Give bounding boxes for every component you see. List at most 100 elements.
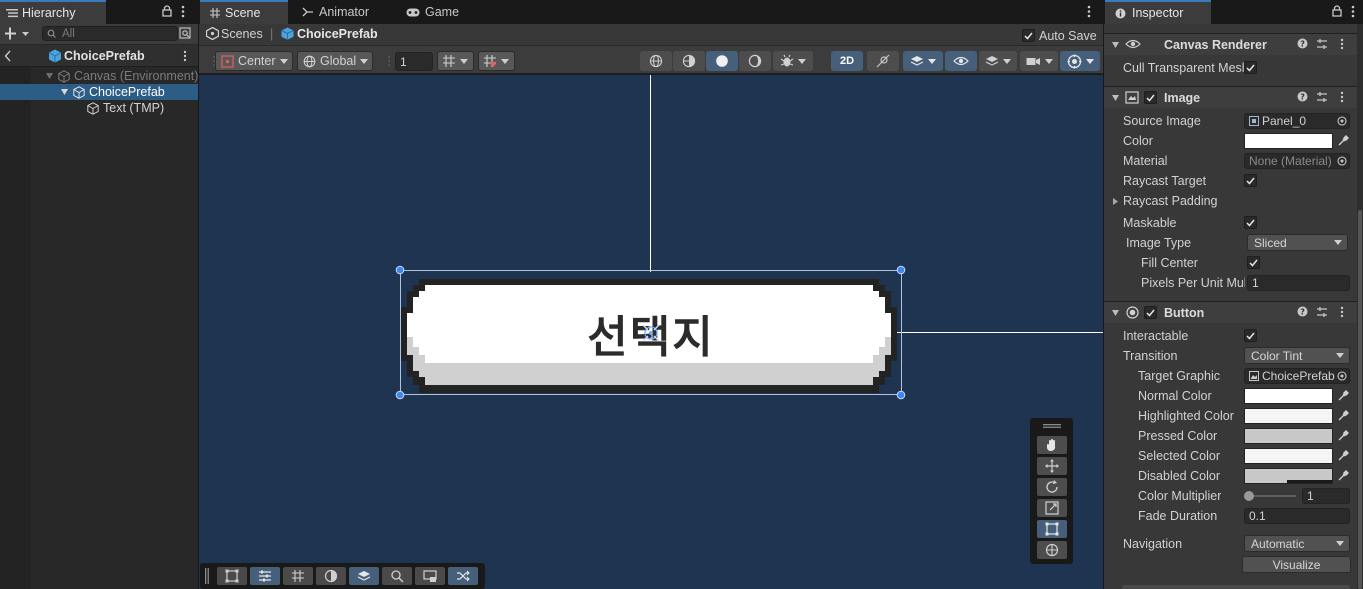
component-menu-icon[interactable] (1340, 91, 1344, 103)
grid-snap-button[interactable] (437, 51, 474, 71)
preset-icon[interactable] (1316, 306, 1328, 318)
scene-visibility-toggle[interactable] (945, 51, 977, 71)
eyedropper-icon[interactable] (1337, 410, 1349, 422)
foldout-arrow-icon[interactable] (45, 72, 54, 80)
tree-item-canvas[interactable]: Canvas (Environment) (45, 68, 198, 84)
debug-draw-mode-button[interactable] (773, 51, 813, 71)
layers-dropdown[interactable] (979, 51, 1017, 71)
scale-tool-button[interactable] (1037, 499, 1067, 517)
kebab-menu-icon[interactable] (1351, 5, 1355, 18)
rect-tool-button[interactable] (1037, 520, 1067, 538)
auto-save-checkbox[interactable] (1022, 29, 1035, 42)
inspector-scrollbar-thumb[interactable] (1358, 210, 1362, 589)
increment-snap-button[interactable] (478, 51, 515, 71)
color-multiplier-input[interactable]: 1 (1302, 488, 1350, 504)
eyedropper-icon[interactable] (1337, 135, 1349, 147)
hierarchy-search-input[interactable]: All (42, 26, 178, 41)
material-field[interactable]: None (Material) (1244, 153, 1350, 169)
bottom-settings-button[interactable] (250, 567, 280, 585)
raycast-target-checkbox[interactable] (1244, 174, 1257, 187)
target-graphic-field[interactable]: ChoicePrefab (1244, 368, 1350, 384)
color-multiplier-slider-thumb[interactable] (1244, 491, 1254, 501)
move-tool-button[interactable] (1037, 457, 1067, 475)
wireframe-mode-button[interactable] (640, 51, 672, 71)
source-image-field[interactable]: Panel_0 (1244, 113, 1350, 129)
hand-tool-button[interactable] (1037, 436, 1067, 454)
eyedropper-icon[interactable] (1337, 450, 1349, 462)
lighting-toggle[interactable] (867, 51, 899, 71)
lock-icon[interactable] (1332, 5, 1342, 17)
image-type-dropdown[interactable]: Sliced (1247, 234, 1348, 251)
tab-hierarchy[interactable]: Hierarchy (0, 0, 106, 24)
scene-effects-dropdown[interactable] (903, 51, 943, 71)
back-arrow-icon[interactable] (4, 50, 12, 62)
camera-settings-dropdown[interactable] (1020, 51, 1058, 71)
transition-dropdown[interactable]: Color Tint (1244, 347, 1350, 364)
2d-mode-toggle[interactable]: 2D (831, 51, 863, 71)
eyedropper-icon[interactable] (1337, 470, 1349, 482)
search-options-icon[interactable] (179, 27, 192, 40)
bottom-layers-button[interactable] (349, 567, 379, 585)
component-menu-icon[interactable] (1340, 306, 1344, 318)
help-icon[interactable]: ? (1297, 91, 1308, 102)
object-picker-icon[interactable] (1337, 156, 1347, 166)
shaded-mode-button[interactable] (706, 51, 738, 71)
highlighted-color-swatch[interactable] (1244, 408, 1333, 424)
selected-color-swatch[interactable] (1244, 448, 1333, 464)
object-picker-icon[interactable] (1337, 116, 1347, 126)
component-menu-icon[interactable] (1340, 38, 1344, 50)
pivot-mode-dropdown[interactable]: Center (215, 51, 293, 71)
object-picker-icon[interactable] (1337, 371, 1347, 381)
navigation-dropdown[interactable]: Automatic (1244, 535, 1350, 552)
foldout-arrow-icon[interactable] (1112, 197, 1119, 206)
help-icon[interactable]: ? (1297, 306, 1308, 317)
tab-inspector[interactable]: Inspector (1105, 0, 1211, 24)
breadcrumb-scenes[interactable]: Scenes (221, 27, 263, 41)
tab-game[interactable]: Game (396, 0, 476, 24)
add-object-button[interactable] (5, 27, 31, 40)
normal-color-swatch[interactable] (1244, 388, 1333, 404)
preset-icon[interactable] (1316, 91, 1328, 103)
pivot-anchor-icon[interactable] (640, 322, 662, 344)
foldout-arrow-icon[interactable] (1111, 41, 1120, 49)
space-mode-dropdown[interactable]: Global (297, 51, 373, 71)
lock-icon[interactable] (162, 5, 172, 17)
bottom-shading-button[interactable] (316, 567, 346, 585)
overlay-drag-handle[interactable] (1043, 424, 1061, 428)
bottom-rect-tool-button[interactable] (217, 567, 247, 585)
eyedropper-icon[interactable] (1337, 390, 1349, 402)
shaded-wireframe-button[interactable] (673, 51, 705, 71)
cull-transparent-checkbox[interactable] (1244, 61, 1257, 74)
preset-icon[interactable] (1316, 38, 1328, 50)
maskable-checkbox[interactable] (1244, 216, 1257, 229)
gizmos-dropdown[interactable] (1060, 51, 1100, 71)
ppu-multiplier-input[interactable]: 1 (1247, 275, 1350, 291)
fade-duration-input[interactable]: 0.1 (1244, 508, 1350, 524)
tab-animator[interactable]: Animator (292, 0, 396, 24)
button-enabled-checkbox[interactable] (1144, 306, 1157, 319)
overlay-drag-handle[interactable] (205, 568, 209, 584)
unlit-mode-button[interactable] (739, 51, 771, 71)
bottom-search-button[interactable] (382, 567, 412, 585)
raycast-padding-label[interactable]: Raycast Padding (1123, 194, 1218, 208)
scene-tab-menu-icon[interactable] (1087, 5, 1091, 18)
transform-tool-button[interactable] (1037, 541, 1067, 559)
rotate-tool-button[interactable] (1037, 478, 1067, 496)
bottom-camera-button[interactable] (415, 567, 445, 585)
eyedropper-icon[interactable] (1337, 430, 1349, 442)
color-multiplier-slider-track[interactable] (1248, 495, 1296, 497)
pressed-color-swatch[interactable] (1244, 428, 1333, 444)
visualize-button[interactable]: Visualize (1242, 556, 1351, 573)
breadcrumb-current[interactable]: ChoicePrefab (297, 27, 378, 41)
help-icon[interactable]: ? (1297, 38, 1308, 49)
bottom-shuffle-button[interactable] (448, 567, 478, 585)
bottom-grid-button[interactable] (283, 567, 313, 585)
grid-size-input[interactable]: 1 (395, 52, 433, 71)
foldout-arrow-icon[interactable] (60, 88, 69, 96)
prefab-header-menu-icon[interactable] (183, 50, 187, 62)
image-color-swatch[interactable] (1244, 133, 1333, 149)
tab-scene[interactable]: Scene (200, 0, 288, 24)
tree-item-text-tmp[interactable]: Text (TMP) (87, 100, 198, 116)
scene-viewport[interactable]: 선택지 (199, 75, 1103, 589)
image-enabled-checkbox[interactable] (1144, 91, 1157, 104)
